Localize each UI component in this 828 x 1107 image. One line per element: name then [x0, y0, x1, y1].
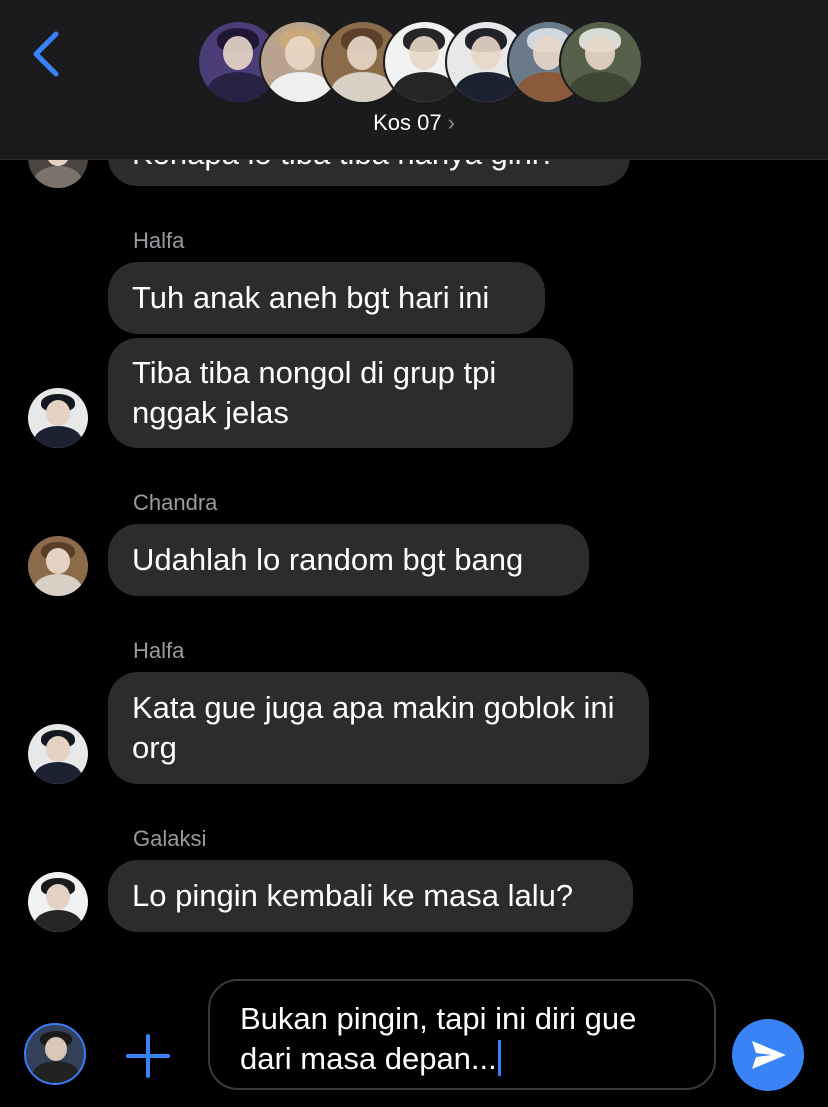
message-bubble: Tiba tiba nongol di grup tpi nggak jelas — [108, 338, 573, 448]
sender-name: Halfa — [133, 228, 185, 253]
message-bubble: Kata gue juga apa makin goblok ini org — [108, 672, 649, 784]
avatar[interactable] — [28, 388, 88, 448]
message-input[interactable]: Bukan pingin, tapi ini diri gue dari mas… — [208, 979, 716, 1090]
group-name[interactable]: Kos 07 › — [0, 110, 828, 136]
message-text: Tuh anak aneh bgt hari ini — [132, 280, 490, 315]
group-name-text: Kos 07 — [373, 110, 442, 135]
avatar[interactable] — [28, 536, 88, 596]
chat-header: Kos 07 › — [0, 0, 828, 160]
sender-name: Chandra — [133, 490, 218, 515]
send-icon — [752, 1041, 786, 1069]
text-caret — [497, 1040, 501, 1076]
message-bubble: Udahlah lo random bgt bang — [108, 524, 589, 596]
avatar[interactable] — [28, 872, 88, 932]
add-attachment-button[interactable] — [124, 1032, 172, 1080]
sender-name: Halfa — [133, 638, 185, 663]
message-bubble: Lo pingin kembali ke masa lalu? — [108, 860, 633, 932]
send-button[interactable] — [732, 1019, 804, 1091]
message-text: Tiba tiba nongol di grup tpi nggak jelas — [132, 355, 497, 430]
plus-icon — [126, 1034, 170, 1078]
member-avatar — [559, 20, 643, 104]
back-button[interactable] — [26, 26, 70, 82]
message-bubble: Tuh anak aneh bgt hari ini — [108, 262, 545, 334]
message-text: Lo pingin kembali ke masa lalu? — [132, 878, 574, 913]
sender-name: Galaksi — [133, 826, 207, 851]
message-text: Kata gue juga apa makin goblok ini org — [132, 690, 615, 765]
my-avatar[interactable] — [24, 1023, 86, 1085]
chevron-left-icon — [33, 31, 59, 77]
message-input-value: Bukan pingin, tapi ini diri gue dari mas… — [240, 1001, 637, 1076]
chevron-right-icon: › — [447, 110, 455, 135]
message-text: Udahlah lo random bgt bang — [132, 542, 524, 577]
avatar[interactable] — [28, 724, 88, 784]
